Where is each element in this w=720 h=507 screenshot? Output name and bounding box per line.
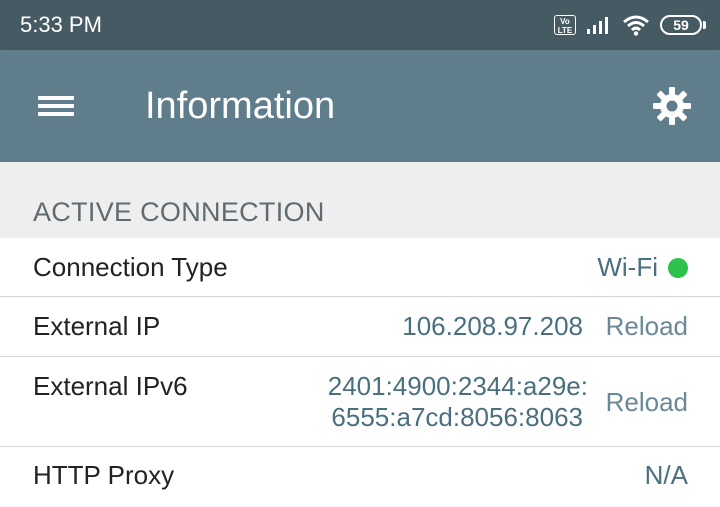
hamburger-menu-icon (38, 96, 74, 100)
row-label: External IP (33, 311, 161, 341)
connected-status-dot (668, 258, 688, 278)
row-label: Connection Type (33, 252, 228, 282)
signal-icon (587, 17, 608, 34)
gear-icon (653, 87, 691, 125)
wifi-icon (623, 15, 649, 36)
row-label: External IPv6 (33, 371, 188, 401)
row-value: 106.208.97.208 (402, 311, 583, 341)
row-value-line1: 2401:4900:2344:a29e: (327, 371, 588, 401)
reload-button[interactable]: Reload (606, 386, 688, 418)
reload-button[interactable]: Reload (606, 310, 688, 342)
battery-icon: 59 (660, 15, 706, 35)
row-value: N/A (644, 460, 688, 490)
list-item-connection-type: Connection Type Wi-Fi (0, 238, 720, 297)
page-title: Information (145, 85, 336, 127)
app-bar: Information (0, 50, 720, 162)
hamburger-menu-icon-bar (38, 112, 74, 116)
list-item-external-ipv6: External IPv6 2401:4900:2344:a29e: 6555:… (0, 357, 720, 447)
section-header: ACTIVE CONNECTION (0, 162, 720, 239)
menu-button[interactable] (28, 86, 84, 126)
row-value: Wi-Fi (597, 252, 658, 282)
list-item-http-proxy: HTTP Proxy N/A (0, 447, 720, 507)
volte-icon: Vo LTE (554, 15, 576, 35)
status-bar: 5:33 PM Vo LTE 59 (0, 0, 720, 50)
status-icons: Vo LTE 59 (554, 12, 706, 38)
hamburger-menu-icon-bar (38, 104, 74, 108)
settings-button[interactable] (648, 82, 696, 130)
list-item-external-ip: External IP 106.208.97.208 Reload (0, 297, 720, 357)
section-title: ACTIVE CONNECTION (33, 197, 325, 227)
status-time: 5:33 PM (20, 12, 102, 37)
row-label: HTTP Proxy (33, 460, 175, 490)
row-value-line2: 6555:a7cd:8056:8063 (331, 402, 583, 432)
